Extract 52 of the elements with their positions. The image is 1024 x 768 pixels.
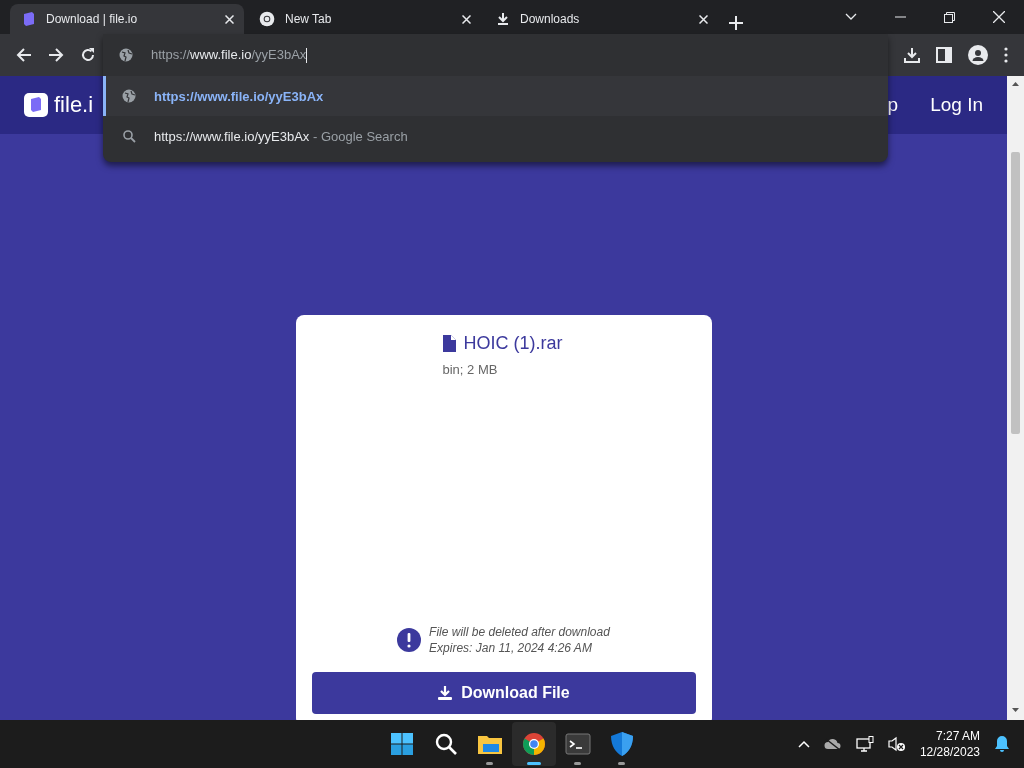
muted-speaker-icon[interactable] [887,736,906,752]
side-panel-icon[interactable] [936,47,952,63]
menu-icon[interactable] [1004,47,1008,63]
download-icon[interactable] [904,47,920,63]
new-tab-icon[interactable] [729,16,743,30]
cloud-icon[interactable] [823,738,842,750]
address-field[interactable]: https://www.file.io/yyE3bAx [103,34,888,76]
taskbar-app[interactable] [512,722,556,766]
restore-icon[interactable] [944,11,955,23]
profile-icon[interactable] [968,45,988,65]
chrome-icon [522,732,546,756]
suggestion-item[interactable]: https://www.file.io/yyE3bAx - Google Search [103,116,888,156]
nav-link[interactable]: Log In [930,94,983,116]
alert-icon [397,628,422,652]
nav-link[interactable]: p [887,94,899,116]
notice-text: Expires: Jan 11, 2024 4:26 AM [429,640,593,656]
browser-tab[interactable]: Download | file.io [10,4,244,34]
terminal-icon [565,733,591,755]
close-icon[interactable] [462,14,471,24]
clock-date[interactable]: 12/28/2023 [919,744,980,760]
windows-icon [390,732,414,756]
close-icon[interactable] [993,11,1005,23]
chevron-down-icon[interactable] [845,13,857,21]
file-meta: bin; 2 MB [442,362,499,377]
close-icon[interactable] [225,14,234,24]
logo-icon [22,11,36,27]
search-icon [122,129,136,143]
logo-icon[interactable] [24,93,48,117]
file-icon [442,335,456,352]
clock-time[interactable]: 7:27 AM [919,728,980,744]
chevron-up-icon[interactable] [797,740,810,748]
shield-icon [610,731,634,757]
download-button[interactable]: Download File [311,672,696,714]
network-icon[interactable] [855,736,874,752]
suggestion-item[interactable]: https://www.file.io/yyE3bAx [103,76,888,116]
chrome-icon [259,11,275,27]
download-icon [496,12,510,26]
folder-icon [477,733,503,755]
file-name: HOIC (1).rar [463,333,563,354]
forward-icon[interactable] [48,47,64,63]
browser-tab[interactable]: Downloads [484,4,718,34]
download-icon [437,685,454,701]
close-icon[interactable] [699,14,708,24]
bell-icon[interactable] [994,735,1010,753]
notice-text: File will be deleted after download [429,624,610,640]
browser-tab[interactable]: New Tab [247,4,481,34]
search-icon [434,732,458,756]
logo-text[interactable]: file.i [54,92,94,118]
globe-icon [119,48,133,62]
globe-icon [122,89,136,103]
back-icon[interactable] [16,47,32,63]
reload-icon[interactable] [80,47,96,63]
